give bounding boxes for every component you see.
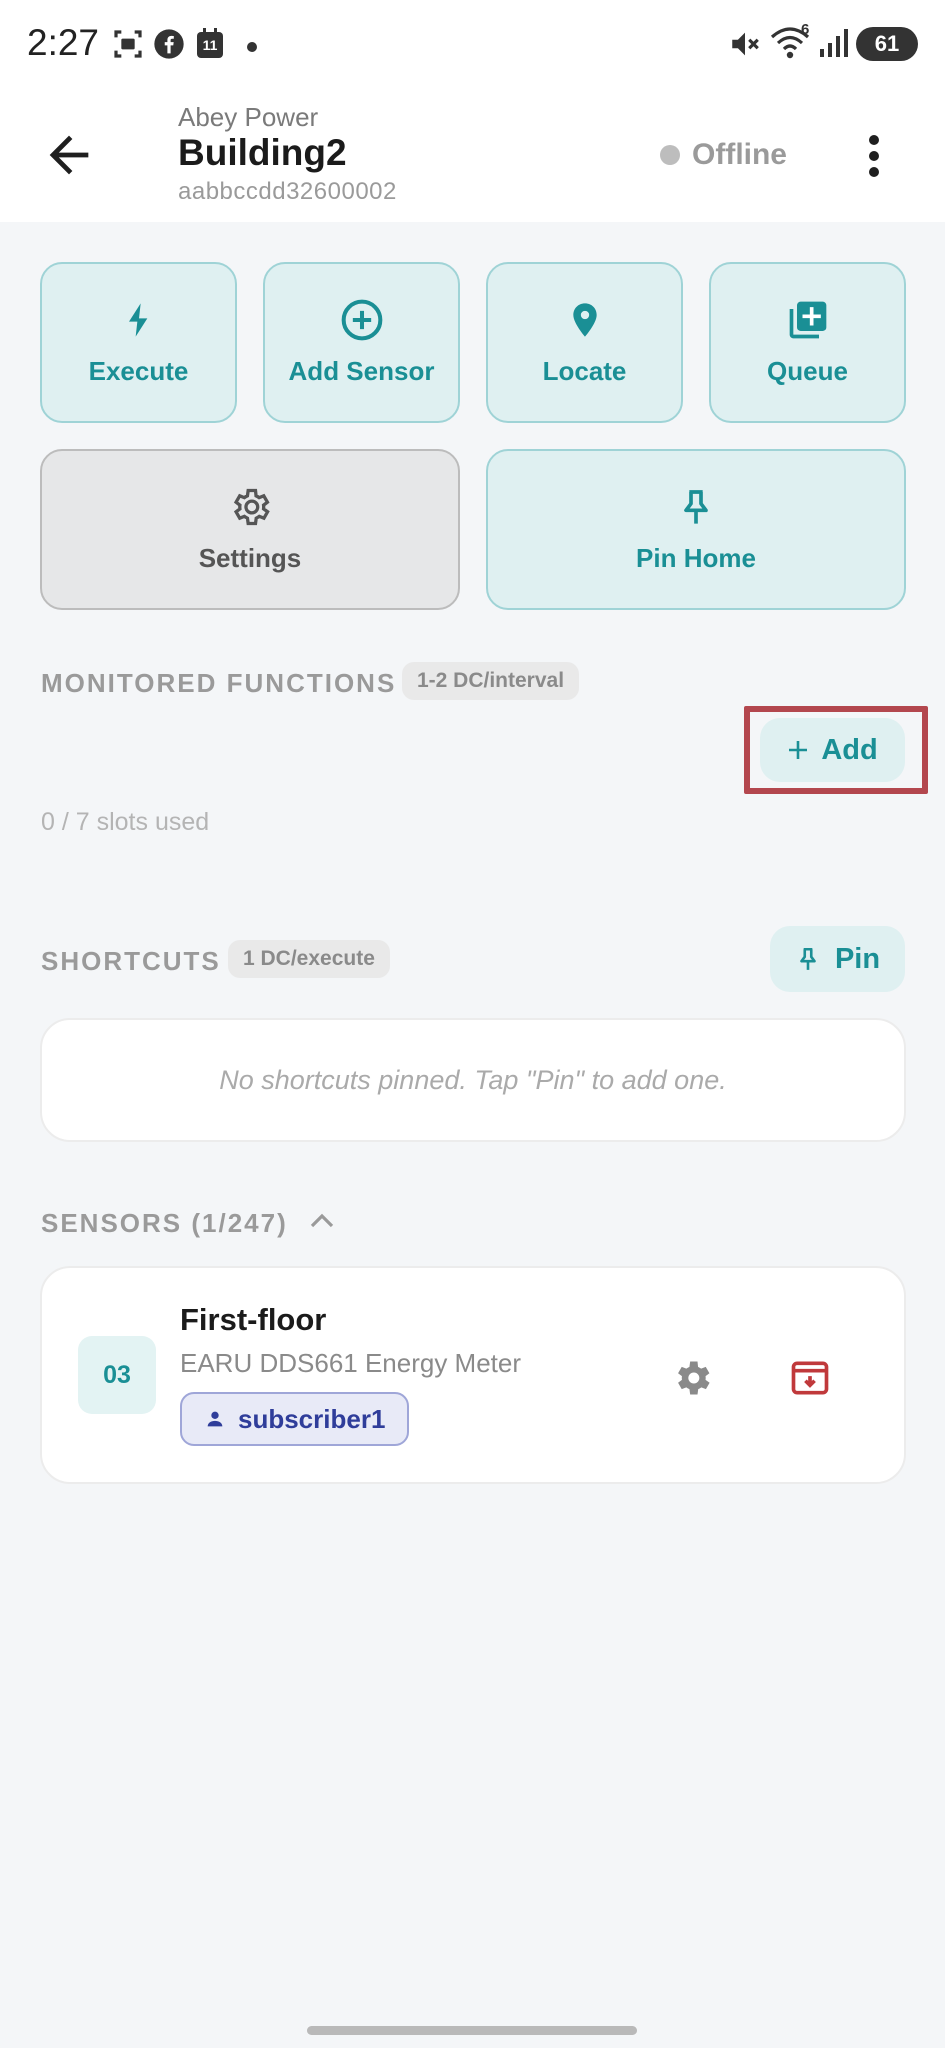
queue-button[interactable]: Queue	[709, 262, 906, 423]
shortcuts-empty-text: No shortcuts pinned. Tap "Pin" to add on…	[219, 1065, 727, 1095]
status-time: 2:27	[27, 22, 100, 63]
settings-label: Settings	[198, 543, 302, 573]
page-title: Building2	[178, 132, 347, 173]
pin-home-button[interactable]: Pin Home	[486, 449, 906, 610]
locate-button[interactable]: Locate	[486, 262, 683, 423]
calendar-day: 11	[202, 37, 218, 53]
person-icon	[207, 1411, 223, 1427]
subscriber-chip[interactable]: subscriber1	[180, 1392, 410, 1446]
add-sensor-button[interactable]: Add Sensor	[263, 262, 460, 423]
sensor-name: First-floor	[180, 1302, 327, 1337]
shortcuts-empty-card: No shortcuts pinned. Tap "Pin" to add on…	[40, 1018, 906, 1142]
collapse-sensors-button[interactable]	[308, 1210, 336, 1230]
device-id: aabbccdd32600002	[178, 178, 397, 205]
pushpin-icon	[800, 947, 816, 970]
sensor-card[interactable]: 03 First-floor EARU DDS661 Energy Meter …	[40, 1266, 906, 1484]
pin-home-label: Pin Home	[636, 543, 756, 573]
plus-icon	[789, 741, 808, 759]
gear-icon	[233, 488, 270, 526]
gear-icon	[678, 1361, 710, 1395]
shortcuts-title: SHORTCUTS	[41, 946, 221, 976]
bolt-icon	[128, 303, 147, 337]
sensors-title[interactable]: SENSORS (1/247)	[41, 1208, 288, 1239]
add-sensor-label: Add Sensor	[288, 356, 435, 386]
add-circle-icon	[341, 299, 382, 341]
queue-add-icon	[789, 301, 826, 339]
location-pin-icon	[572, 303, 597, 337]
pushpin-icon	[684, 490, 708, 524]
facebook-icon	[153, 28, 185, 65]
dot-icon	[247, 39, 257, 57]
company-name: Abey Power	[178, 102, 319, 132]
monitored-functions-title: MONITORED FUNCTIONS	[41, 668, 397, 698]
app-bar: Abey Power Building2 aabbccdd32600002 Of…	[0, 88, 945, 222]
wifi-badge: 6	[801, 21, 810, 38]
execute-button[interactable]: Execute	[40, 262, 237, 423]
battery-icon: 61	[856, 27, 918, 61]
locate-label: Locate	[542, 356, 627, 386]
shortcuts-cost-badge: 1 DC/execute	[228, 940, 390, 978]
status-bar: 2:27 11 6 61	[0, 0, 945, 88]
home-indicator[interactable]	[307, 2026, 637, 2035]
queue-label: Queue	[767, 356, 848, 386]
settings-button[interactable]: Settings	[40, 449, 460, 610]
sensor-number-badge: 03	[78, 1336, 156, 1414]
battery-level: 61	[874, 31, 900, 56]
add-monitored-label: Add	[821, 733, 878, 766]
wifi-icon: 6	[770, 21, 810, 66]
monitored-cost-badge: 1-2 DC/interval	[402, 662, 580, 700]
pin-shortcut-button[interactable]: Pin	[770, 926, 905, 992]
archive-icon	[791, 1361, 829, 1395]
more-vertical-icon	[869, 135, 879, 177]
signal-icon	[818, 27, 850, 64]
status-text: Offline	[692, 138, 787, 171]
slots-used-text: 0 / 7 slots used	[41, 808, 210, 836]
mute-icon	[728, 27, 762, 66]
calendar-icon: 11	[195, 28, 225, 65]
chevron-up-icon	[310, 1213, 334, 1228]
sensor-archive-button[interactable]	[788, 1356, 832, 1400]
sensor-model: EARU DDS661 Energy Meter	[180, 1348, 522, 1378]
back-button[interactable]	[40, 126, 98, 184]
sensor-settings-button[interactable]	[670, 1356, 714, 1400]
subscriber-label: subscriber1	[238, 1403, 386, 1434]
add-monitored-button[interactable]: Add	[760, 718, 905, 782]
screenshot-icon	[112, 28, 144, 65]
arrow-left-icon	[49, 135, 89, 175]
pin-shortcut-label: Pin	[834, 942, 881, 975]
connection-status: Offline	[660, 138, 787, 172]
status-dot-icon	[660, 145, 680, 165]
execute-label: Execute	[88, 356, 189, 386]
more-options-button[interactable]	[860, 132, 888, 180]
